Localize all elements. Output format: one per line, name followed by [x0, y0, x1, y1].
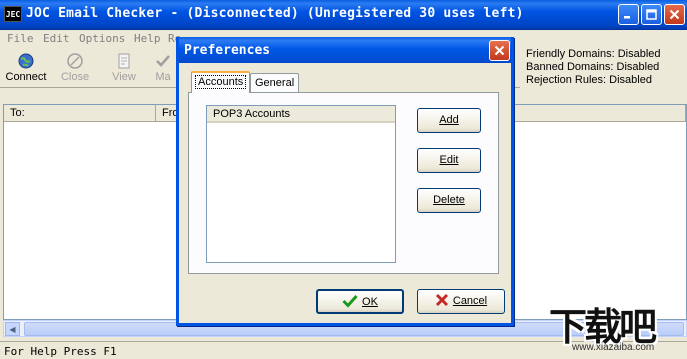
close-icon	[494, 45, 505, 56]
dialog-close-button[interactable]	[489, 40, 510, 61]
close-window-button[interactable]	[664, 4, 685, 25]
close-button[interactable]: Close	[52, 50, 98, 86]
column-header-to[interactable]: To:	[4, 105, 156, 122]
maximize-button[interactable]	[641, 4, 662, 25]
maximize-icon	[646, 9, 657, 20]
pop3-accounts-header[interactable]: POP3 Accounts	[207, 106, 395, 123]
banned-domains-status: Banned Domains: Disabled	[526, 61, 660, 73]
connect-button[interactable]: Connect	[3, 50, 49, 86]
delete-button[interactable]: Delete	[417, 188, 481, 213]
document-icon	[118, 53, 130, 69]
cancel-x-icon	[435, 293, 448, 307]
minimize-icon	[624, 16, 630, 19]
app-icon: JEC	[4, 6, 22, 22]
checkmark-icon	[342, 294, 358, 308]
main-title-bar: JEC JOC Email Checker - (Disconnected) (…	[0, 0, 687, 30]
checkmark-icon	[156, 55, 170, 67]
tab-accounts[interactable]: Accounts	[191, 71, 251, 93]
minimize-button[interactable]	[618, 4, 639, 25]
window-title: JOC Email Checker - (Disconnected) (Unre…	[26, 6, 524, 21]
cancel-button[interactable]: Cancel	[417, 289, 505, 314]
mark-button[interactable]: Ma	[148, 50, 178, 86]
globe-icon	[18, 53, 34, 69]
menu-file[interactable]: File	[7, 32, 34, 45]
menu-options[interactable]: Options	[79, 32, 125, 45]
pop3-accounts-list[interactable]: POP3 Accounts	[206, 105, 396, 263]
dialog-title: Preferences	[184, 43, 271, 58]
menu-help[interactable]: Help	[134, 32, 161, 45]
preferences-dialog: Preferences Accounts General POP3 Accoun…	[176, 37, 514, 326]
friendly-domains-status: Friendly Domains: Disabled	[526, 48, 661, 60]
view-button[interactable]: View	[101, 50, 147, 86]
menu-edit[interactable]: Edit	[43, 32, 70, 45]
watermark-logo: 下载吧	[549, 305, 657, 349]
dialog-title-bar: Preferences	[179, 37, 511, 63]
watermark-url: www.xiazaiba.com	[572, 342, 655, 353]
close-icon	[669, 9, 680, 20]
rejection-rules-status: Rejection Rules: Disabled	[526, 74, 652, 86]
scroll-left-icon[interactable]: ◀	[5, 322, 20, 336]
disconnect-icon	[67, 53, 83, 69]
status-text: For Help Press F1	[4, 345, 117, 358]
edit-button[interactable]: Edit	[417, 148, 481, 173]
tab-general[interactable]: General	[250, 73, 300, 92]
ok-button[interactable]: OK	[316, 289, 404, 314]
add-button[interactable]: Add	[417, 108, 481, 133]
